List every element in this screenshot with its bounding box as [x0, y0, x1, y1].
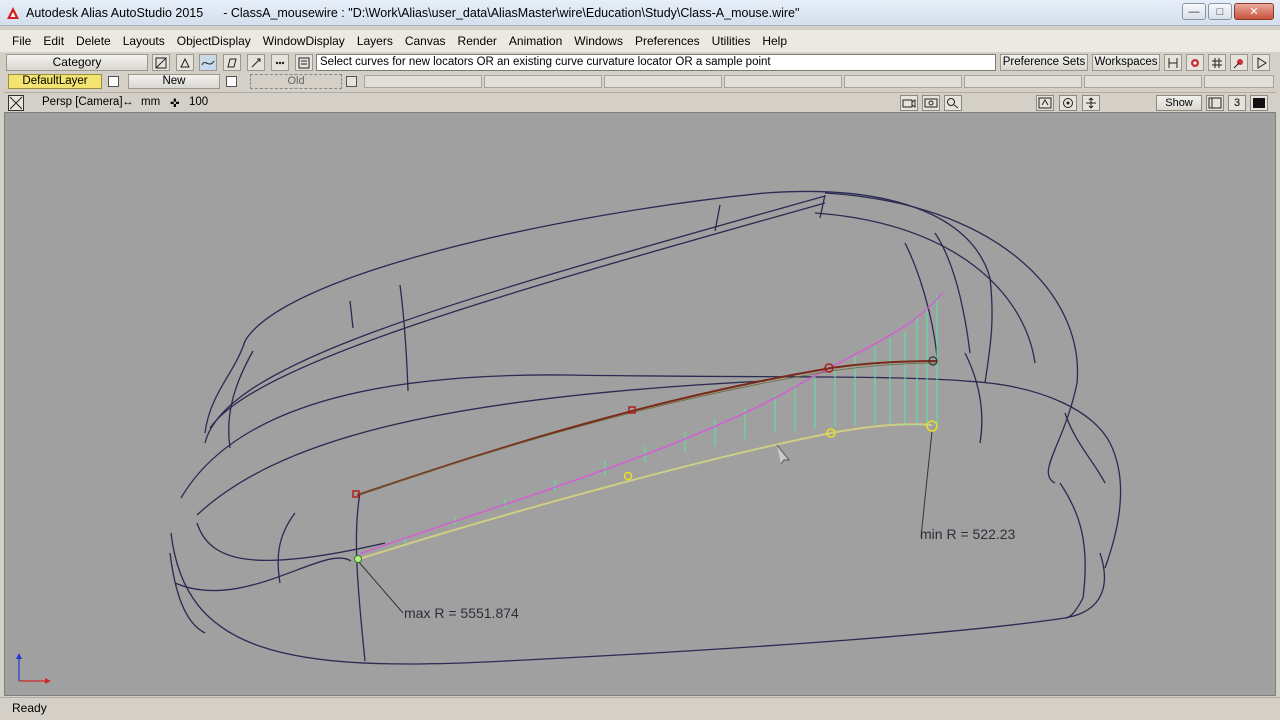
curve-snap-icon[interactable] — [1230, 54, 1248, 71]
layer-old[interactable]: Old — [250, 74, 342, 89]
preference-sets-button[interactable]: Preference Sets — [1000, 54, 1088, 71]
menu-delete[interactable]: Delete — [70, 31, 117, 51]
perspective-viewport[interactable]: max R = 5551.874 min R = 522.23 — [4, 112, 1276, 696]
hotbox-icon[interactable] — [1164, 54, 1182, 71]
play-arrow-icon[interactable] — [1252, 54, 1270, 71]
layer-slot[interactable] — [724, 75, 842, 88]
layer-slot[interactable] — [604, 75, 722, 88]
surface-icon[interactable] — [223, 54, 241, 71]
file-title: - ClassA_mousewire : "D:\Work\Alias\user… — [223, 5, 800, 20]
camera-film-icon[interactable] — [922, 95, 940, 111]
status-text: Ready — [12, 701, 47, 715]
mouse-cursor — [776, 444, 791, 465]
alias-logo-icon — [6, 6, 20, 20]
upper-curve — [356, 360, 938, 496]
app-title: Autodesk Alias AutoStudio 2015 — [26, 5, 204, 20]
look-at-icon[interactable] — [1059, 95, 1077, 111]
minimize-button[interactable]: — — [1182, 3, 1206, 20]
category-dropdown[interactable]: Category — [6, 54, 148, 71]
zoom-icon[interactable] — [944, 95, 962, 111]
title-bar: Autodesk Alias AutoStudio 2015 - ClassA_… — [0, 0, 1280, 26]
grid-snap-icon[interactable] — [1208, 54, 1226, 71]
layer-bar: DefaultLayer New Old — [0, 73, 1280, 90]
show-button[interactable]: Show — [1156, 95, 1202, 111]
menu-preferences[interactable]: Preferences — [629, 31, 706, 51]
menu-render[interactable]: Render — [452, 31, 503, 51]
layer-old-lock-icon[interactable] — [346, 76, 357, 87]
close-viewport-icon[interactable] — [8, 95, 24, 111]
layer-slot[interactable] — [964, 75, 1082, 88]
maximize-button[interactable]: □ — [1208, 3, 1232, 20]
menu-windows[interactable]: Windows — [568, 31, 629, 51]
close-button[interactable]: ✕ — [1234, 3, 1274, 20]
layer-slot[interactable] — [364, 75, 482, 88]
menu-bar: File Edit Delete Layouts ObjectDisplay W… — [0, 30, 1280, 52]
workspaces-button[interactable]: Workspaces — [1092, 54, 1160, 71]
pan-icon[interactable] — [1082, 95, 1100, 111]
layer-slot[interactable] — [844, 75, 962, 88]
magnet-icon[interactable] — [1186, 54, 1204, 71]
main-toolbar: Category Select curves for new locators … — [0, 53, 1280, 73]
maximize-viewport-icon[interactable] — [1250, 95, 1268, 111]
layer-slot[interactable] — [484, 75, 602, 88]
unit-arrow-icon: ↔ — [122, 96, 134, 108]
prompt-history-icon[interactable] — [295, 54, 313, 71]
layer-new-button[interactable]: New — [128, 74, 220, 89]
menu-edit[interactable]: Edit — [37, 31, 70, 51]
tumble-icon[interactable] — [1036, 95, 1054, 111]
camera-icon[interactable] — [900, 95, 918, 111]
menu-help[interactable]: Help — [756, 31, 793, 51]
pick-nothing-icon[interactable] — [152, 54, 170, 71]
prompt-line: Select curves for new locators OR an exi… — [316, 54, 996, 71]
mouse-wireframe-curves — [169, 190, 1122, 665]
layer-default[interactable]: DefaultLayer — [8, 74, 102, 89]
menu-objectdisplay[interactable]: ObjectDisplay — [171, 31, 257, 51]
menu-windowdisplay[interactable]: WindowDisplay — [257, 31, 351, 51]
sample-curve — [358, 423, 933, 560]
menu-canvas[interactable]: Canvas — [399, 31, 452, 51]
curve-curvature-icon[interactable] — [199, 54, 217, 71]
axis-triad — [16, 653, 51, 684]
view-number[interactable]: 3 — [1228, 95, 1246, 111]
pick-object-icon[interactable] — [176, 54, 194, 71]
max-radius-label: max R = 5551.874 — [404, 605, 519, 621]
menu-utilities[interactable]: Utilities — [706, 31, 757, 51]
status-bar: Ready — [0, 697, 1280, 720]
grid-icon: ✜ — [170, 98, 180, 110]
more-tools-icon[interactable] — [271, 54, 289, 71]
menu-file[interactable]: File — [6, 31, 37, 51]
sample-curve-center — [358, 423, 933, 560]
camera-label: Persp [Camera] — [42, 96, 123, 108]
transform-cv-icon[interactable] — [247, 54, 265, 71]
layer-slot[interactable] — [1204, 75, 1274, 88]
grid-value: 100 — [189, 96, 209, 108]
min-radius-label: min R = 522.23 — [920, 526, 1016, 542]
layer-default-visibility-checkbox[interactable] — [108, 76, 119, 87]
model-wireframe — [16, 190, 1122, 684]
viewport-header: Persp [Camera] ↔ mm ✜ 100 Show 3 — [4, 92, 1276, 112]
menu-layouts[interactable]: Layouts — [117, 31, 171, 51]
layer-slot[interactable] — [1084, 75, 1202, 88]
layout-icon[interactable] — [1206, 95, 1224, 111]
unit-label: mm — [141, 96, 161, 108]
menu-animation[interactable]: Animation — [503, 31, 568, 51]
curvature-comb — [358, 295, 938, 558]
layer-new-checkbox[interactable] — [226, 76, 237, 87]
menu-layers[interactable]: Layers — [351, 31, 399, 51]
